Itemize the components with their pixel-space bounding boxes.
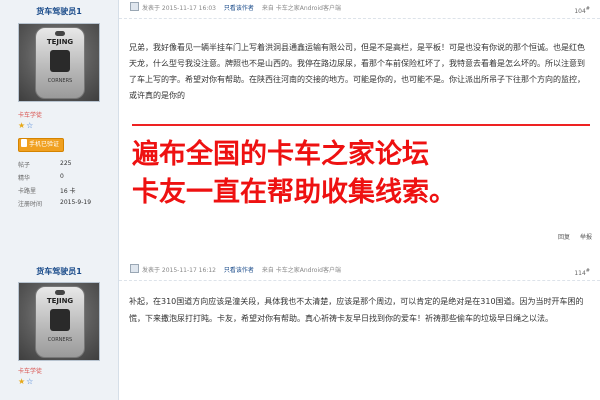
- stat-digest: 精华 0: [18, 173, 64, 182]
- tag-subtext: CORNERS: [47, 337, 73, 343]
- star-icon: ★: [18, 121, 27, 130]
- author-sidebar: 货车驾驶员1 TEJING CORNERS 卡车学徒 ★☆: [0, 253, 119, 400]
- author-only-link[interactable]: 只看该作者: [224, 5, 254, 12]
- author-sidebar: 货车驾驶员1 TEJING CORNERS 卡车学徒 ★☆ 手机已验证 帖子 22…: [0, 0, 119, 253]
- star-outline-icon: ☆: [26, 377, 35, 386]
- post-header: 发表于 2015-11-17 16:03 只看该作者 来自 卡车之家Androi…: [119, 0, 600, 19]
- tag-text: TEJING: [46, 38, 74, 46]
- floor-number[interactable]: 104#: [574, 0, 590, 21]
- overlay-divider: [132, 124, 590, 126]
- client-source: 来自 卡车之家Android客户端: [261, 267, 341, 274]
- user-icon: [130, 2, 139, 11]
- dog-tag-image: TEJING CORNERS: [35, 286, 85, 358]
- post-body: 补起，在310国道方向应该是潼关段，具体我也不太清楚，应该是那个周边，可以肯定的…: [129, 297, 584, 323]
- stat-register-date: 注册时间 2015-9-19: [18, 199, 92, 208]
- tag-text: TEJING: [46, 297, 74, 305]
- floor-number[interactable]: 114#: [574, 262, 590, 283]
- avatar[interactable]: TEJING CORNERS: [18, 282, 100, 361]
- post-actions: 回复 举报: [550, 232, 592, 241]
- post-timestamp: 发表于 2015-11-17 16:12: [142, 267, 216, 274]
- rank-stars: ★☆: [18, 377, 34, 386]
- post-header: 发表于 2015-11-17 16:12 只看该作者 来自 卡车之家Androi…: [119, 262, 600, 281]
- emblem-icon: [50, 50, 70, 72]
- tag-subtext: CORNERS: [47, 78, 73, 84]
- phone-icon: [21, 139, 27, 147]
- client-source: 来自 卡车之家Android客户端: [261, 5, 341, 12]
- author-only-link[interactable]: 只看该作者: [224, 267, 254, 274]
- phone-verified-badge[interactable]: 手机已验证: [18, 138, 65, 152]
- star-icon: ★: [18, 377, 27, 386]
- star-outline-icon: ☆: [26, 121, 35, 130]
- thread: 货车驾驶员1 TEJING CORNERS 卡车学徒 ★☆ 手机已验证 帖子 22…: [0, 0, 600, 400]
- post: 货车驾驶员1 TEJING CORNERS 卡车学徒 ★☆ 手机已验证 帖子 22…: [0, 0, 600, 253]
- stat-calories: 卡路里 16 卡: [18, 188, 76, 195]
- overlay-caption-line2: 卡友一直在帮助收集线索。: [132, 177, 456, 208]
- avatar[interactable]: TEJING CORNERS: [18, 23, 100, 102]
- username-link[interactable]: 货车驾驶员1: [0, 6, 118, 17]
- post-content: 发表于 2015-11-17 16:03 只看该作者 来自 卡车之家Androi…: [119, 0, 600, 253]
- rank-stars: ★☆: [18, 121, 34, 130]
- post-timestamp: 发表于 2015-11-17 16:03: [142, 5, 216, 12]
- post-body: 兄弟，我好像看见一辆半挂车门上写着洪洞县通鑫运输有限公司，但是不是高栏，是平板！…: [129, 43, 585, 100]
- dog-tag-image: TEJING CORNERS: [35, 27, 85, 99]
- emblem-icon: [50, 309, 70, 331]
- username-link[interactable]: 货车驾驶员1: [0, 266, 118, 277]
- reply-button[interactable]: 回复: [558, 234, 570, 241]
- overlay-caption-line1: 遍布全国的卡车之家论坛: [132, 139, 429, 170]
- user-rank: 卡车学徒: [18, 368, 43, 375]
- user-icon: [130, 264, 139, 273]
- user-rank: 卡车学徒: [18, 112, 43, 119]
- post-content: 发表于 2015-11-17 16:12 只看该作者 来自 卡车之家Androi…: [119, 253, 600, 400]
- report-button[interactable]: 举报: [580, 234, 592, 241]
- post: 货车驾驶员1 TEJING CORNERS 卡车学徒 ★☆ 发表于 2015-1…: [0, 253, 600, 400]
- stat-posts: 帖子 225: [18, 160, 72, 169]
